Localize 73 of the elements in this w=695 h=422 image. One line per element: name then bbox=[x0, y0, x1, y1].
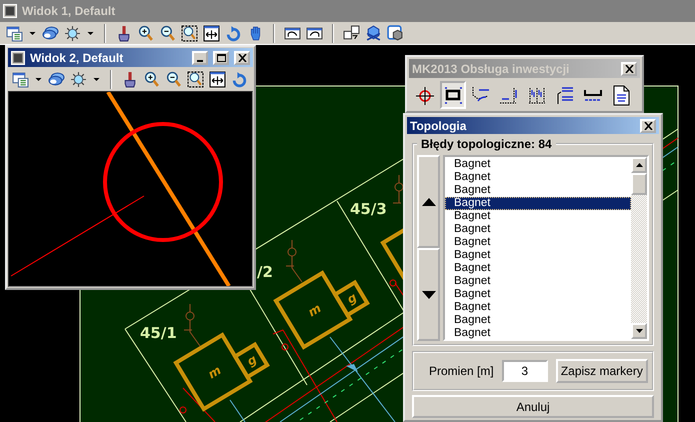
sun-icon[interactable] bbox=[64, 24, 81, 42]
group-title: Błędy topologiczne: 84 bbox=[420, 137, 553, 152]
window-list-icon[interactable] bbox=[12, 70, 29, 88]
previous-button[interactable] bbox=[417, 155, 440, 248]
close-icon bbox=[644, 122, 652, 130]
list-item[interactable]: Bagnet bbox=[445, 327, 631, 340]
fit-view-icon[interactable] bbox=[203, 24, 220, 42]
window-icon bbox=[3, 4, 17, 18]
zoom-window-icon[interactable] bbox=[187, 70, 204, 88]
list-item[interactable]: Bagnet bbox=[445, 249, 631, 262]
close-icon bbox=[238, 54, 246, 62]
building-label: g bbox=[344, 290, 360, 307]
cancel-button[interactable]: Anuluj bbox=[412, 395, 654, 418]
list-item[interactable]: Bagnet bbox=[445, 158, 631, 172]
close-button[interactable] bbox=[621, 62, 637, 76]
list-item[interactable]: Bagnet bbox=[445, 275, 631, 288]
layers-icon[interactable] bbox=[48, 70, 65, 88]
triangle-up-icon bbox=[422, 198, 436, 206]
rotate-icon[interactable] bbox=[225, 24, 242, 42]
window-title: Widok 1, Default bbox=[22, 4, 116, 18]
previous-view-icon[interactable] bbox=[284, 24, 301, 42]
next-view-icon[interactable] bbox=[306, 24, 323, 42]
building-label: g bbox=[244, 352, 260, 369]
list-item[interactable]: Bagnet bbox=[445, 223, 631, 236]
maximize-icon bbox=[216, 54, 226, 62]
scrollbar[interactable] bbox=[631, 157, 647, 340]
list-item[interactable]: Bagnet bbox=[445, 184, 631, 198]
window-list-icon[interactable] bbox=[6, 24, 23, 42]
save-markers-button[interactable]: Zapisz markery bbox=[556, 359, 648, 384]
window-title: Widok 2, Default bbox=[30, 50, 124, 64]
arrow-marker bbox=[346, 364, 358, 372]
crosshair-icon bbox=[414, 84, 436, 106]
zoom-in-icon[interactable] bbox=[143, 70, 160, 88]
rotate-icon[interactable] bbox=[231, 70, 248, 88]
next-button[interactable] bbox=[417, 248, 440, 342]
scroll-down-button[interactable] bbox=[631, 323, 647, 340]
parcel-label: /2 bbox=[257, 263, 273, 281]
list-item[interactable]: Bagnet bbox=[445, 288, 631, 302]
list-item[interactable]: Bagnet bbox=[445, 236, 631, 250]
caret-up-icon bbox=[636, 163, 642, 168]
list-item[interactable]: Bagnet bbox=[445, 171, 631, 184]
close-button[interactable] bbox=[640, 118, 656, 133]
layers-icon[interactable] bbox=[42, 24, 59, 42]
copy-view-icon[interactable] bbox=[343, 24, 360, 42]
list-item[interactable]: Bagnet bbox=[445, 301, 631, 314]
window-icon bbox=[11, 50, 25, 64]
window-title: MK2013 Obsługa inwestycji bbox=[412, 62, 570, 76]
sun-icon[interactable] bbox=[70, 70, 87, 88]
building-label: m bbox=[306, 300, 324, 320]
close-icon bbox=[624, 64, 634, 72]
list-item[interactable]: Bagnet bbox=[445, 210, 631, 224]
minimize-icon bbox=[197, 60, 203, 62]
fit-view-icon[interactable] bbox=[209, 70, 226, 88]
zoom-out-icon[interactable] bbox=[159, 24, 176, 42]
scrollbar-thumb[interactable] bbox=[631, 173, 647, 196]
scroll-up-button[interactable] bbox=[631, 157, 647, 174]
parcel-label: 45/3 bbox=[350, 200, 387, 218]
close-button[interactable] bbox=[234, 50, 250, 64]
window-title: Topologia bbox=[410, 118, 468, 133]
list-item[interactable]: Bagnet bbox=[445, 262, 631, 276]
zoom-window-icon[interactable] bbox=[181, 24, 198, 42]
building-label: m bbox=[206, 362, 224, 382]
parcel-label: 45/1 bbox=[140, 324, 177, 342]
list-item[interactable]: Bagnet bbox=[445, 314, 631, 328]
radius-label: Promien [m] bbox=[429, 364, 494, 378]
minimize-button[interactable] bbox=[192, 50, 208, 64]
caret-down-icon bbox=[636, 329, 642, 334]
triangle-down-icon bbox=[422, 290, 436, 299]
zoom-out-icon[interactable] bbox=[165, 70, 182, 88]
list-item[interactable]: Bagnet bbox=[445, 197, 631, 210]
radius-field[interactable]: 3 bbox=[502, 360, 548, 382]
maximize-button[interactable] bbox=[213, 50, 229, 64]
zoom-in-icon[interactable] bbox=[137, 24, 154, 42]
